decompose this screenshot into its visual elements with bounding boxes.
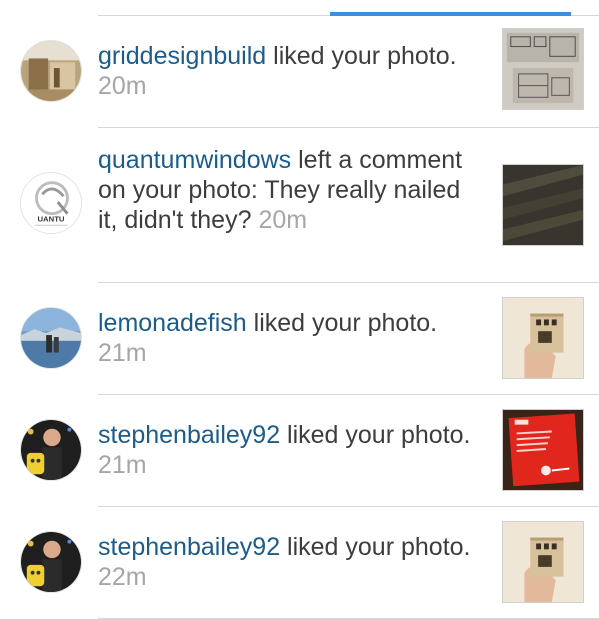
list-item[interactable]: stephenbailey92 liked your photo. 21m [20, 395, 599, 507]
username-link[interactable]: griddesignbuild [98, 42, 266, 70]
model-house-photo[interactable] [502, 297, 584, 379]
list-item[interactable]: lemonadefish liked your photo. 21m [20, 283, 599, 395]
username-link[interactable]: lemonadefish [98, 309, 247, 337]
quantum-logo-text: UANTU [37, 214, 64, 223]
timestamp: 20m [98, 72, 147, 100]
notification-text: griddesignbuild liked your photo. 20m [98, 41, 478, 101]
notification-action: liked your photo. [280, 421, 471, 449]
timestamp: 21m [98, 451, 147, 479]
red-booklet-photo[interactable] [502, 409, 584, 491]
timestamp: 20m [258, 206, 308, 234]
lake-landscape-avatar[interactable] [20, 307, 82, 369]
notification-action: liked your photo. [246, 309, 438, 337]
username-link[interactable]: quantumwindows [98, 146, 291, 174]
person-avatar[interactable] [20, 419, 82, 481]
floor-plan-photo[interactable] [502, 28, 584, 110]
notification-text: lemonadefish liked your photo. 21m [98, 308, 478, 368]
notification-text: stephenbailey92 liked your photo. 21m [98, 420, 478, 480]
username-link[interactable]: stephenbailey92 [98, 421, 280, 449]
model-house-photo[interactable] [502, 521, 584, 603]
list-item[interactable]: stephenbailey92 liked your photo. 22m [20, 507, 599, 619]
dark-texture-photo[interactable] [502, 164, 584, 246]
notification-text: quantumwindows left a comment on your ph… [98, 145, 478, 235]
person-avatar[interactable] [20, 531, 82, 593]
notification-text: stephenbailey92 liked your photo. 22m [98, 532, 478, 592]
timestamp: 22m [98, 563, 147, 591]
username-link[interactable]: stephenbailey92 [98, 533, 280, 561]
activity-feed: griddesignbuild liked your photo. 20m UA… [0, 16, 599, 619]
quantum-logo-avatar[interactable]: UANTU [20, 172, 82, 234]
griddesignbuild-avatar[interactable] [20, 40, 82, 102]
list-item[interactable]: griddesignbuild liked your photo. 20m [20, 16, 599, 128]
timestamp: 21m [98, 339, 147, 367]
notification-action: liked your photo. [266, 42, 457, 70]
list-item[interactable]: UANTU quantumwindows left a comment on y… [20, 128, 599, 283]
notification-action: liked your photo. [280, 533, 471, 561]
